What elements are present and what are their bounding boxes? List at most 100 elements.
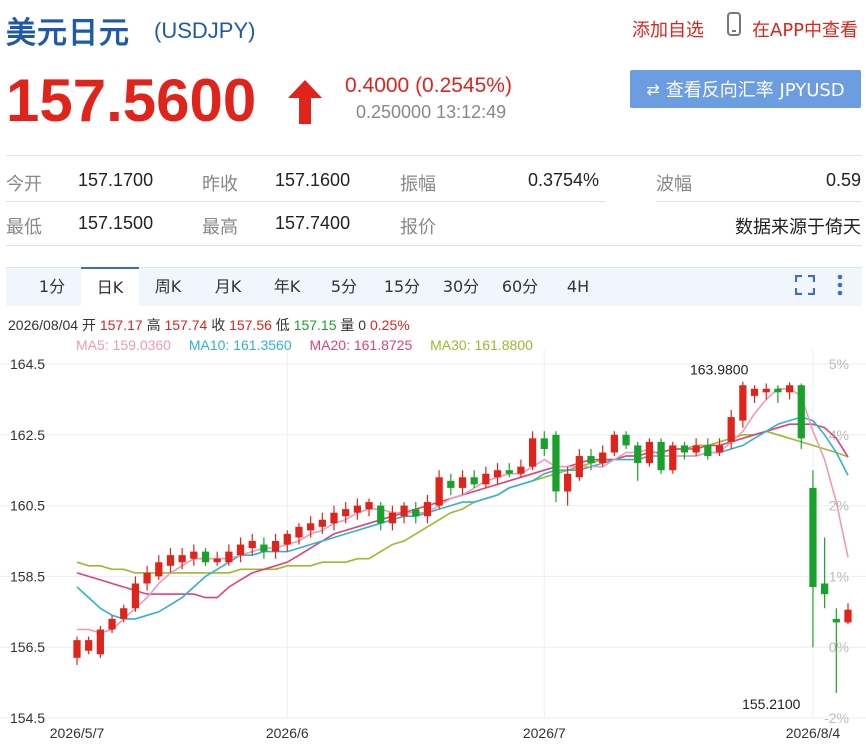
- symbol-label: (USDJPY): [154, 18, 256, 43]
- candle-body: [131, 583, 140, 609]
- candle-body: [213, 558, 221, 563]
- candle-body: [727, 417, 735, 442]
- y-tick-label: 160.5: [10, 498, 45, 514]
- quote-label: 报价: [400, 217, 436, 238]
- tab-daily[interactable]: 日K: [81, 267, 139, 307]
- candle-body: [739, 385, 747, 421]
- candle-body: [307, 523, 315, 531]
- tab-30min[interactable]: 30分: [437, 268, 485, 306]
- candlestick-chart[interactable]: 164.5 162.5 160.5 158.5 156.5 154.5 2026/5/7 20…: [0, 350, 866, 748]
- info-vol-label: 量: [340, 317, 355, 333]
- candle-body: [821, 583, 829, 595]
- candle-body: [412, 509, 420, 517]
- info-low: 157.15: [293, 317, 337, 333]
- candle-body: [750, 388, 759, 396]
- volatility-value: 0.59: [825, 170, 861, 190]
- view-in-app-button[interactable]: 在APP中查看: [752, 16, 858, 42]
- candle-body: [517, 466, 525, 474]
- candle-body: [271, 541, 280, 552]
- info-close-label: 收: [211, 317, 226, 333]
- candle-body: [622, 434, 630, 446]
- pct-tick-label: 1%: [829, 568, 849, 584]
- x-tick-label: 2026/8/4: [786, 725, 841, 741]
- min-price-label: 155.2100: [742, 696, 801, 712]
- tab-15min[interactable]: 15分: [378, 268, 426, 306]
- x-tick-label: 2026/7: [523, 725, 566, 741]
- candle-body: [704, 445, 712, 457]
- candle-body: [96, 629, 104, 655]
- candle-body: [236, 544, 245, 556]
- candle-body: [342, 509, 350, 517]
- candle-body: [797, 385, 805, 439]
- candle-body: [330, 512, 338, 524]
- candle-body: [248, 541, 256, 549]
- fullscreen-icon[interactable]: [795, 275, 815, 295]
- volatility-label: 波幅: [656, 174, 692, 195]
- max-price-label: 163.9800: [690, 361, 749, 377]
- prev-close-label: 昨收: [202, 174, 238, 195]
- candle-body: [657, 441, 665, 471]
- candle-body: [283, 533, 291, 545]
- swap-icon: ⇄: [646, 79, 660, 99]
- data-source: 数据来源于倚天: [735, 217, 861, 238]
- ohlc-info-line: 2026/08/04 开 157.17 高 157.74 收 157.56 低 …: [8, 315, 410, 335]
- candle-body: [844, 609, 852, 623]
- candle-body: [447, 480, 455, 488]
- high-label: 最高: [202, 217, 238, 238]
- period-tab-bar: 1分 日K 周K 月K 年K 5分 15分 30分 60分 4H: [6, 267, 862, 307]
- amplitude-value: 0.3754%: [528, 170, 600, 190]
- candle-body: [634, 445, 642, 464]
- candle-body: [178, 555, 186, 563]
- candle-body: [493, 470, 502, 478]
- price-change: 0.4000 (0.2545%): [345, 74, 512, 97]
- spread-and-time: 0.250000 13:12:49: [356, 102, 507, 122]
- candle-body: [715, 445, 724, 453]
- candle-body: [365, 502, 373, 510]
- candle-body: [120, 608, 128, 619]
- tab-yearly[interactable]: 年K: [265, 268, 309, 306]
- candle-body: [645, 441, 654, 464]
- y-tick-label: 158.5: [10, 568, 45, 584]
- low-value: 157.1500: [78, 213, 154, 233]
- y-tick-label: 156.5: [10, 639, 45, 655]
- tab-monthly[interactable]: 月K: [206, 268, 250, 306]
- up-arrow-icon: [288, 80, 322, 124]
- candle-body: [155, 562, 163, 577]
- candle-body: [528, 438, 537, 467]
- x-tick-label: 2026/5/7: [50, 725, 105, 741]
- tab-5min[interactable]: 5分: [324, 268, 364, 306]
- high-value: 157.7400: [275, 213, 351, 233]
- pct-tick-label: 0%: [829, 639, 849, 655]
- tab-4h[interactable]: 4H: [558, 268, 598, 306]
- current-price: 157.5600: [6, 67, 257, 134]
- candle-body: [832, 618, 840, 623]
- add-favorite-button[interactable]: 添加自选: [632, 16, 704, 42]
- candle-body: [166, 555, 175, 566]
- candle-body: [143, 572, 151, 584]
- candle-body: [435, 477, 443, 506]
- x-tick-label: 2026/6: [266, 725, 309, 741]
- candle-body: [388, 512, 397, 524]
- candle-body: [108, 618, 116, 630]
- info-vol: 0: [358, 317, 367, 333]
- more-menu-icon[interactable]: [836, 274, 844, 296]
- candle-body: [458, 477, 467, 488]
- candle-body: [353, 505, 361, 513]
- candle-body: [599, 452, 607, 464]
- phone-icon[interactable]: [727, 12, 741, 36]
- tab-weekly[interactable]: 周K: [146, 268, 190, 306]
- candle-body: [423, 502, 432, 517]
- y-tick-label: 164.5: [10, 356, 45, 372]
- tab-60min[interactable]: 60分: [496, 268, 544, 306]
- info-high: 157.74: [164, 317, 208, 333]
- info-close: 157.56: [229, 317, 272, 333]
- candle-body: [669, 445, 677, 471]
- open-label: 今开: [6, 174, 42, 195]
- info-high-label: 高: [146, 317, 161, 333]
- low-label: 最低: [6, 217, 42, 238]
- reverse-rate-label: 查看反向汇率 JPYUSD: [665, 80, 845, 101]
- candle-body: [225, 551, 233, 563]
- candle-body: [762, 388, 770, 393]
- reverse-rate-button[interactable]: ⇄ 查看反向汇率 JPYUSD: [630, 70, 861, 108]
- tab-1min[interactable]: 1分: [31, 268, 73, 306]
